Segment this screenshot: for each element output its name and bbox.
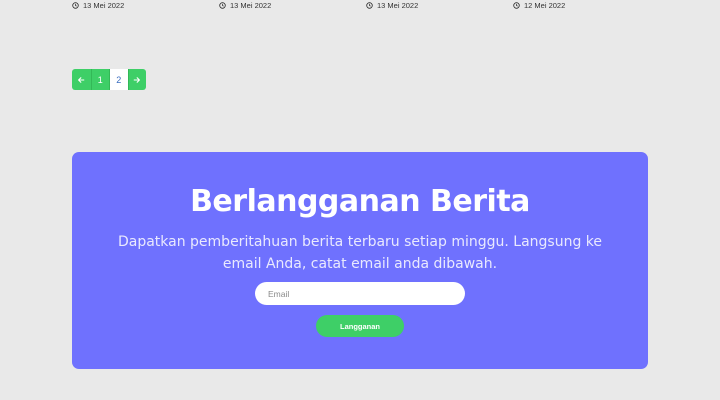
subscribe-button[interactable]: Langganan bbox=[316, 315, 404, 337]
news-date-text: 13 Mei 2022 bbox=[377, 1, 419, 10]
clock-icon bbox=[366, 2, 373, 9]
news-date-text: 13 Mei 2022 bbox=[230, 1, 272, 10]
newsletter-description: Dapatkan pemberitahuan berita terbaru se… bbox=[117, 234, 603, 272]
pagination: 1 2 bbox=[72, 69, 146, 90]
previous-page-button[interactable] bbox=[72, 69, 91, 90]
news-date-item: 13 Mei 2022 bbox=[72, 1, 124, 10]
page-number-button[interactable]: 1 bbox=[90, 69, 109, 90]
arrow-right-icon bbox=[133, 76, 141, 83]
news-date-item: 12 Mei 2022 bbox=[513, 1, 565, 10]
arrow-left-icon bbox=[78, 76, 85, 83]
current-page-button[interactable]: 2 bbox=[109, 69, 128, 90]
news-date-row: 13 Mei 2022 13 Mei 2022 13 Mei 2022 12 M… bbox=[72, 0, 648, 12]
newsletter-card: Berlangganan Berita Dapatkan pemberitahu… bbox=[72, 152, 648, 369]
news-date-item: 13 Mei 2022 bbox=[366, 1, 418, 10]
clock-icon bbox=[72, 2, 79, 9]
clock-icon bbox=[219, 2, 226, 9]
email-input[interactable] bbox=[255, 282, 465, 305]
news-date-text: 13 Mei 2022 bbox=[83, 1, 125, 10]
news-date-text: 12 Mei 2022 bbox=[524, 1, 566, 10]
news-date-item: 13 Mei 2022 bbox=[219, 1, 271, 10]
next-page-button[interactable] bbox=[127, 69, 146, 90]
clock-icon bbox=[513, 2, 520, 9]
newsletter-title: Berlangganan Berita bbox=[190, 184, 530, 219]
